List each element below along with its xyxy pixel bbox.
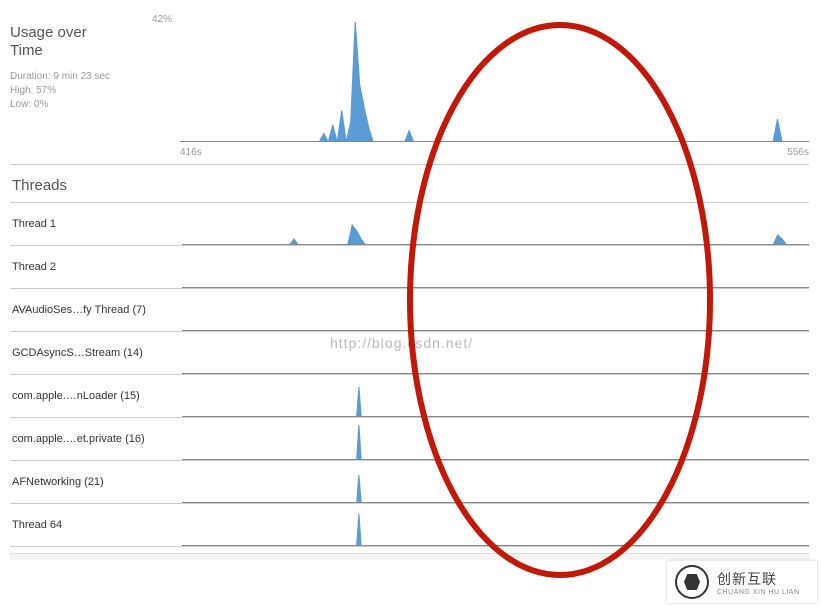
thread-label: com.apple.…nLoader (15) xyxy=(10,375,182,417)
brand-logo-en: CHUANG XIN HU LIAN xyxy=(717,589,800,596)
duration-label: Duration: 9 min 23 sec xyxy=(10,70,180,84)
panel-meta: Duration: 9 min 23 sec High: 57% Low: 0% xyxy=(10,70,180,112)
thread-sparkline xyxy=(182,375,809,417)
thread-sparkline xyxy=(182,504,809,546)
threads-list: Thread 1Thread 2AVAudioSes…fy Thread (7)… xyxy=(10,202,809,547)
threads-footer-spacer xyxy=(10,553,809,560)
overview-chart[interactable]: 42% 416s 556s xyxy=(180,10,809,160)
panel-title: Usage over Time xyxy=(10,24,180,60)
thread-row[interactable]: Thread 64 xyxy=(10,504,809,547)
watermark-text: http://blog.csdn.net/ xyxy=(330,335,473,351)
thread-sparkline xyxy=(182,246,809,288)
thread-row[interactable]: AFNetworking (21) xyxy=(10,461,809,504)
thread-row[interactable]: Thread 2 xyxy=(10,246,809,289)
thread-row[interactable]: AVAudioSes…fy Thread (7) xyxy=(10,289,809,332)
thread-label: GCDAsyncS…Stream (14) xyxy=(10,332,182,374)
threads-header: Threads xyxy=(10,165,809,202)
thread-row[interactable]: com.apple.…et.private (16) xyxy=(10,418,809,461)
thread-sparkline xyxy=(182,461,809,503)
thread-row[interactable]: com.apple.…nLoader (15) xyxy=(10,375,809,418)
high-label: High: 57% xyxy=(10,84,180,98)
thread-row[interactable]: Thread 1 xyxy=(10,202,809,246)
y-axis-max: 42% xyxy=(152,14,172,25)
low-label: Low: 0% xyxy=(10,98,180,112)
usage-sidebar: Usage over Time Duration: 9 min 23 sec H… xyxy=(10,10,180,160)
x-axis-start: 416s xyxy=(180,147,202,158)
thread-sparkline xyxy=(182,203,809,245)
thread-label: AFNetworking (21) xyxy=(10,461,182,503)
brand-logo-cn: 创新互联 xyxy=(717,569,800,589)
thread-label: com.apple.…et.private (16) xyxy=(10,418,182,460)
thread-label: Thread 64 xyxy=(10,504,182,546)
thread-sparkline xyxy=(182,289,809,331)
thread-sparkline xyxy=(182,332,809,374)
brand-logo: 创新互联 CHUANG XIN HU LIAN xyxy=(667,561,817,603)
thread-label: Thread 2 xyxy=(10,246,182,288)
x-axis-line xyxy=(180,141,809,142)
thread-label: AVAudioSes…fy Thread (7) xyxy=(10,289,182,331)
brand-logo-icon xyxy=(675,565,709,599)
thread-label: Thread 1 xyxy=(10,203,182,245)
overview-sparkline xyxy=(180,22,809,142)
thread-sparkline xyxy=(182,418,809,460)
x-axis-end: 556s xyxy=(787,147,809,158)
usage-over-time-panel: Usage over Time Duration: 9 min 23 sec H… xyxy=(10,10,809,165)
